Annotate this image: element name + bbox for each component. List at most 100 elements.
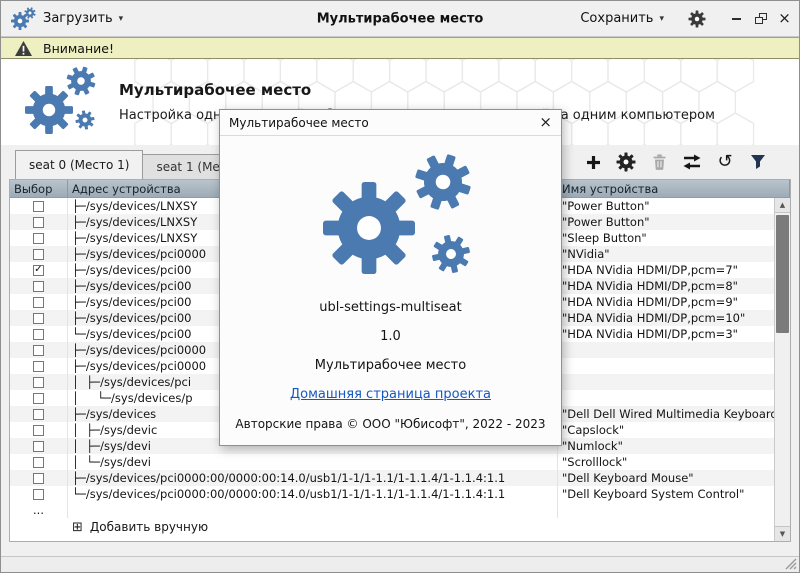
row-checkbox[interactable]	[33, 281, 44, 292]
device-name-cell: "NVidia"	[558, 246, 790, 262]
app-id: ubl-settings-multiseat	[220, 300, 561, 315]
column-header-select[interactable]: Выбор	[10, 180, 68, 197]
device-name-cell: "Power Button"	[558, 214, 790, 230]
filter-button[interactable]	[745, 150, 771, 174]
dialog-close-button[interactable]: ×	[539, 115, 552, 130]
column-header-name[interactable]: Имя устройства	[558, 180, 790, 197]
table-row[interactable]: │ └─/sys/devi"Scrolllock"	[10, 454, 790, 470]
delete-device-button[interactable]	[646, 150, 672, 174]
reset-button[interactable]: ↺	[712, 150, 738, 174]
titlebar-right: Сохранить ▾ ×	[574, 8, 791, 30]
select-cell	[10, 326, 68, 342]
chevron-down-icon: ▾	[659, 14, 664, 24]
device-toolbar: ↺	[580, 150, 771, 174]
row-checkbox[interactable]	[33, 201, 44, 212]
row-checkbox[interactable]	[33, 233, 44, 244]
row-checkbox[interactable]	[33, 393, 44, 404]
select-cell	[10, 230, 68, 246]
chevron-down-icon: ▾	[119, 14, 124, 24]
gear-icon	[688, 10, 706, 28]
app-logo-icon	[17, 62, 101, 144]
select-cell	[10, 470, 68, 486]
close-button[interactable]: ×	[778, 12, 791, 25]
table-row[interactable]: ├─/sys/devices/pci0000:00/0000:00:14.0/u…	[10, 470, 790, 486]
row-checkbox[interactable]	[33, 441, 44, 452]
select-cell	[10, 438, 68, 454]
homepage-link[interactable]: Домашняя страница проекта	[290, 387, 491, 402]
select-cell	[10, 406, 68, 422]
select-cell	[10, 422, 68, 438]
device-name-cell	[558, 358, 790, 374]
select-cell	[10, 454, 68, 470]
select-cell	[10, 310, 68, 326]
select-cell	[10, 198, 68, 214]
row-checkbox[interactable]	[33, 249, 44, 260]
window-controls: ×	[730, 12, 791, 25]
device-name-cell	[558, 374, 790, 390]
restore-icon	[755, 13, 767, 24]
copyright-text: Авторские права © ООО "Юбисофт", 2022 - …	[220, 417, 561, 431]
minimize-button[interactable]	[730, 12, 743, 25]
resize-grip[interactable]	[784, 557, 797, 570]
select-cell	[10, 278, 68, 294]
row-checkbox[interactable]	[33, 361, 44, 372]
row-checkbox[interactable]	[33, 377, 44, 388]
plus-icon	[586, 155, 601, 170]
maximize-button[interactable]	[754, 12, 767, 25]
select-cell	[10, 374, 68, 390]
settings-button[interactable]	[686, 8, 708, 30]
select-cell	[10, 390, 68, 406]
titlebar: Загрузить ▾ Мультирабочее место Сохранит…	[1, 1, 799, 37]
app-window: Загрузить ▾ Мультирабочее место Сохранит…	[0, 0, 800, 573]
row-checkbox[interactable]	[33, 297, 44, 308]
row-checkbox[interactable]	[33, 425, 44, 436]
save-button[interactable]: Сохранить ▾	[574, 8, 670, 29]
app-version: 1.0	[220, 329, 561, 344]
row-checkbox[interactable]	[33, 457, 44, 468]
vertical-scrollbar[interactable]: ▲ ▼	[774, 198, 790, 541]
scroll-up-button[interactable]: ▲	[775, 198, 790, 213]
device-name-cell: "Dell Keyboard Mouse"	[558, 470, 790, 486]
device-name-cell: "Dell Dell Wired Multimedia Keyboard"	[558, 406, 790, 422]
row-checkbox[interactable]	[33, 345, 44, 356]
gear-icon	[616, 152, 636, 172]
status-bar	[1, 556, 799, 572]
app-name: Мультирабочее место	[220, 358, 561, 373]
row-checkbox[interactable]	[33, 217, 44, 228]
select-cell	[10, 294, 68, 310]
swap-seat-button[interactable]	[679, 150, 705, 174]
select-cell: ✓	[10, 262, 68, 278]
scroll-down-button[interactable]: ▼	[775, 526, 790, 541]
row-checkbox[interactable]: ✓	[33, 265, 44, 276]
ellipsis-text: ...	[33, 502, 44, 518]
table-row[interactable]: └─/sys/devices/pci0000:00/0000:00:14.0/u…	[10, 486, 790, 502]
ellipsis-row: ...	[10, 502, 790, 518]
device-name-cell: "Sleep Button"	[558, 230, 790, 246]
device-settings-button[interactable]	[613, 150, 639, 174]
row-checkbox[interactable]	[33, 473, 44, 484]
select-cell	[10, 358, 68, 374]
filter-icon	[750, 154, 766, 170]
device-name-cell: "HDA NVidia HDMI/DP,pcm=7"	[558, 262, 790, 278]
device-name-cell	[558, 342, 790, 358]
load-button[interactable]: Загрузить ▾	[37, 8, 129, 29]
row-checkbox[interactable]	[33, 329, 44, 340]
dialog-titlebar: Мультирабочее место ×	[220, 110, 561, 136]
page-title: Мультирабочее место	[119, 81, 715, 99]
scroll-thumb[interactable]	[776, 215, 789, 333]
about-dialog: Мультирабочее место × ubl-settings-multi…	[219, 109, 562, 446]
row-checkbox[interactable]	[33, 313, 44, 324]
device-name-cell: "Capslock"	[558, 422, 790, 438]
swap-arrows-icon	[682, 154, 702, 170]
row-checkbox[interactable]	[33, 489, 44, 500]
warning-banner: Внимание!	[1, 37, 799, 59]
app-icon	[9, 5, 37, 33]
tab-seat0[interactable]: seat 0 (Место 1)	[15, 150, 143, 179]
select-cell	[10, 486, 68, 502]
device-name-cell: "Power Button"	[558, 198, 790, 214]
add-box-icon: ⊞	[72, 521, 83, 534]
add-device-button[interactable]	[580, 150, 606, 174]
save-button-label: Сохранить	[580, 11, 653, 26]
row-checkbox[interactable]	[33, 409, 44, 420]
add-manual-row[interactable]: ⊞ Добавить вручную	[10, 518, 790, 536]
